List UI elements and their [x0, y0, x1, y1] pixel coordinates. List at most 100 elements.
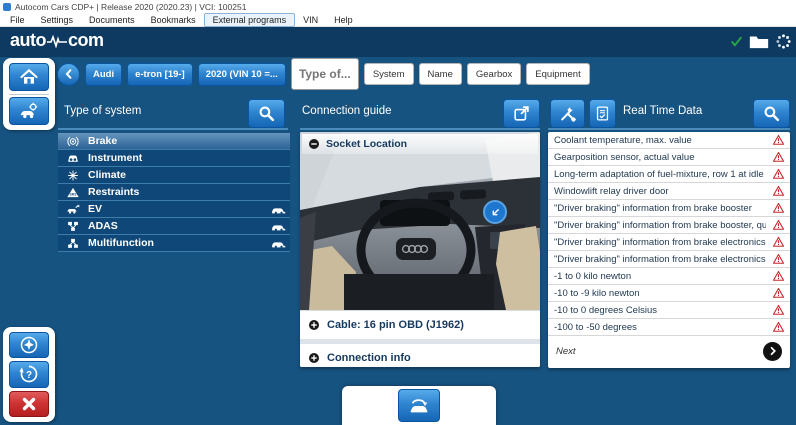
real-time-data-row[interactable]: "Driver braking" information from brake …: [548, 251, 790, 268]
brand-logo: auto com: [10, 30, 104, 51]
real-time-data-row[interactable]: "Driver braking" information from brake …: [548, 234, 790, 251]
next-page-button[interactable]: [763, 342, 782, 361]
svg-text:?: ?: [26, 370, 32, 381]
close-button[interactable]: [9, 391, 49, 417]
check-icon: [730, 35, 743, 48]
brand-band: auto com: [0, 27, 796, 57]
menu-item-vin[interactable]: VIN: [295, 14, 326, 26]
real-time-data-row[interactable]: Long-term adaptation of fuel-mixture, ro…: [548, 166, 790, 183]
menu-item-documents[interactable]: Documents: [81, 14, 143, 26]
real-time-data-row[interactable]: Gearposition sensor, actual value: [548, 149, 790, 166]
type-of-filter-input[interactable]: [291, 58, 359, 90]
breadcrumb: Audie-tron [19-]2020 (VIN 10 =... System…: [57, 58, 590, 90]
data-search-button[interactable]: [753, 99, 790, 128]
data-row-label: -10 to -9 kilo newton: [548, 288, 766, 299]
real-time-data-panel: Coolant temperature, max. valueGearposit…: [548, 132, 790, 368]
folder-icon[interactable]: [749, 34, 769, 49]
system-item-instrument[interactable]: Instrument: [58, 150, 290, 167]
external-link-icon: [512, 104, 531, 123]
socket-location-label: Socket Location: [326, 138, 407, 150]
system-item-label: Multifunction: [88, 237, 268, 249]
filter-button-gearbox[interactable]: Gearbox: [467, 63, 521, 85]
multifunction-icon: [58, 237, 88, 250]
warning-icon: [766, 321, 790, 333]
filter-buttons: SystemNameGearboxEquipment: [364, 63, 590, 85]
real-time-data-row[interactable]: -1 to 0 kilo newton: [548, 268, 790, 285]
search-icon: [762, 104, 781, 123]
logo-text-right: com: [68, 30, 104, 51]
breadcrumb-item[interactable]: e-tron [19-]: [127, 63, 193, 86]
back-button[interactable]: [57, 63, 80, 86]
pulse-icon: [47, 34, 67, 48]
real-time-data-row[interactable]: -10 to -9 kilo newton: [548, 285, 790, 302]
arrow-down-left-icon: [489, 206, 502, 219]
real-time-data-row[interactable]: "Driver braking" information from brake …: [548, 200, 790, 217]
car-badge-icon: [268, 221, 290, 231]
svg-text:SRS: SRS: [70, 192, 78, 196]
menu-item-file[interactable]: File: [2, 14, 33, 26]
connection-info-row[interactable]: Connection info: [300, 344, 540, 367]
warning-icon: [766, 287, 790, 299]
menu-item-external-programs[interactable]: External programs: [204, 13, 296, 27]
system-item-label: ADAS: [88, 220, 268, 232]
warning-icon: [766, 253, 790, 265]
filter-button-equipment[interactable]: Equipment: [526, 63, 589, 85]
obd-flight-button[interactable]: [9, 332, 49, 358]
help-button[interactable]: ?: [9, 361, 49, 387]
connection-guide-panel: Socket Location Cable: 16 pin OBD (J1962…: [300, 132, 540, 367]
spinner-icon: [775, 33, 792, 50]
menu-item-settings[interactable]: Settings: [33, 14, 82, 26]
socket-location-header[interactable]: Socket Location: [302, 134, 538, 154]
real-time-data-row[interactable]: -10 to 0 degrees Celsius: [548, 302, 790, 319]
warning-icon: [766, 151, 790, 163]
real-time-data-list: Coolant temperature, max. valueGearposit…: [548, 132, 790, 336]
vehicle-settings-button[interactable]: [9, 97, 49, 125]
search-icon: [257, 104, 276, 123]
filter-button-system[interactable]: System: [364, 63, 414, 85]
close-icon: [20, 395, 38, 413]
menu-item-help[interactable]: Help: [326, 14, 361, 26]
cable-section-label: Cable: 16 pin OBD (J1962): [327, 319, 464, 331]
warning-icon: [766, 134, 790, 146]
car-gear-icon: [18, 101, 40, 121]
home-button[interactable]: [9, 63, 49, 91]
system-item-brake[interactable]: Brake: [58, 133, 290, 150]
real-time-data-row[interactable]: -100 to -50 degrees: [548, 319, 790, 336]
help-icon: ?: [19, 364, 39, 384]
system-item-multifunction[interactable]: Multifunction: [58, 235, 290, 252]
socket-location-badge[interactable]: [483, 200, 507, 224]
open-external-button[interactable]: [503, 99, 540, 128]
cable-section-row[interactable]: Cable: 16 pin OBD (J1962): [300, 310, 540, 339]
real-time-data-row[interactable]: "Driver braking" information from brake …: [548, 217, 790, 234]
breadcrumb-items: Audie-tron [19-]2020 (VIN 10 =...: [85, 63, 286, 86]
breadcrumb-item[interactable]: 2020 (VIN 10 =...: [198, 63, 286, 86]
system-item-adas[interactable]: ADAS: [58, 218, 290, 235]
report-button[interactable]: [589, 99, 616, 128]
system-item-ev[interactable]: EV: [58, 201, 290, 218]
left-toolbar: [3, 58, 55, 130]
real-time-data-row[interactable]: Windowlift relay driver door: [548, 183, 790, 200]
data-row-label: Windowlift relay driver door: [548, 186, 766, 197]
filter-button-name[interactable]: Name: [419, 63, 462, 85]
bottom-toolbar: ?: [3, 327, 55, 422]
app-window: Autocom Cars CDP+ | Release 2020 (2020.2…: [0, 0, 796, 425]
system-search-button[interactable]: [248, 99, 285, 128]
adas-icon: [58, 220, 88, 233]
menu-item-bookmarks[interactable]: Bookmarks: [143, 14, 204, 26]
adjustments-button[interactable]: [550, 99, 585, 128]
car-badge-icon: [268, 204, 290, 214]
system-item-label: Restraints: [88, 186, 290, 198]
left-panel-underline: [58, 128, 288, 130]
data-row-label: -100 to -50 degrees: [548, 322, 766, 333]
real-time-data-row[interactable]: Coolant temperature, max. value: [548, 132, 790, 149]
system-item-climate[interactable]: Climate: [58, 167, 290, 184]
right-panel-underline: [548, 128, 790, 130]
left-panel-title: Type of system: [64, 105, 141, 117]
system-item-restraints[interactable]: SRS Restraints: [58, 184, 290, 201]
vehicle-connect-button[interactable]: [398, 389, 440, 422]
window-titlebar: Autocom Cars CDP+ | Release 2020 (2020.2…: [0, 0, 796, 13]
breadcrumb-item[interactable]: Audi: [85, 63, 122, 86]
window-title: Autocom Cars CDP+ | Release 2020 (2020.2…: [15, 2, 246, 12]
data-row-label: "Driver braking" information from brake …: [548, 203, 766, 214]
tools-icon: [558, 104, 578, 124]
